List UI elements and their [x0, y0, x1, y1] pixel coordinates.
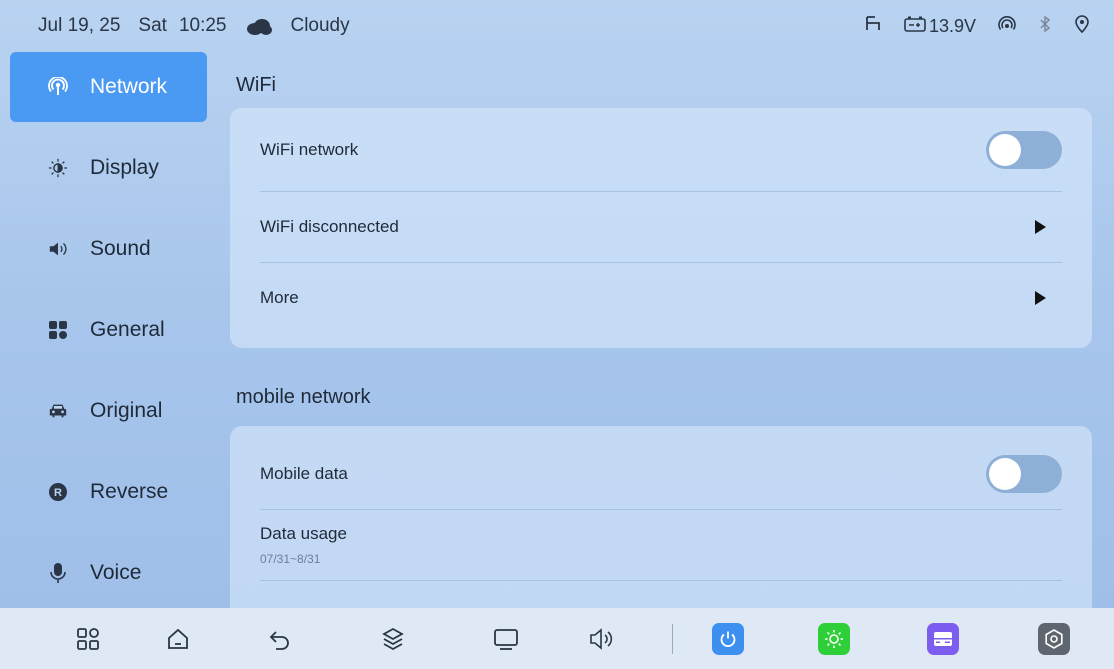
- wifi-status-row[interactable]: WiFi disconnected: [260, 192, 1062, 262]
- sidebar-item-original[interactable]: Original: [10, 376, 207, 446]
- sidebar-item-label: Network: [90, 75, 168, 98]
- row-label: WiFi disconnected: [260, 217, 399, 236]
- settings-button[interactable]: [1036, 621, 1072, 657]
- mobile-data-toggle[interactable]: [986, 455, 1062, 493]
- divider: [260, 580, 1062, 581]
- speaker-icon: [48, 239, 68, 259]
- dock-divider: [672, 624, 673, 654]
- back-icon[interactable]: [262, 621, 298, 657]
- data-usage-period: 07/31~8/31: [260, 552, 321, 566]
- sidebar: Network Display Sound General Original R…: [0, 52, 208, 608]
- wifi-card: WiFi network WiFi disconnected More: [230, 108, 1092, 348]
- network-icon: [48, 77, 68, 97]
- layers-icon[interactable]: [375, 621, 411, 657]
- battery-status: 13.9V: [904, 16, 976, 37]
- cloud-icon: [246, 18, 273, 35]
- arrow-right-icon: [1035, 220, 1046, 234]
- card-icon: [927, 623, 959, 655]
- mobile-section-title: mobile network: [236, 386, 371, 408]
- data-usage-row[interactable]: Data usage 07/31~8/31: [260, 510, 1062, 580]
- sidebar-item-label: Sound: [90, 237, 151, 260]
- power-button[interactable]: [710, 621, 746, 657]
- mobile-data-row[interactable]: Mobile data: [260, 436, 1062, 512]
- wifi-toggle[interactable]: [986, 130, 1062, 169]
- sidebar-item-label: Voice: [90, 561, 142, 584]
- status-weather: Cloudy: [290, 15, 350, 36]
- volume-icon[interactable]: [584, 621, 620, 657]
- settings-icon: [1038, 623, 1070, 655]
- battery-voltage: 13.9V: [928, 15, 976, 36]
- mobile-card: Mobile data Data usage 07/31~8/31: [230, 426, 1092, 608]
- toggle-knob: [989, 133, 1021, 166]
- card-button[interactable]: [925, 621, 961, 657]
- microphone-icon: [48, 563, 68, 583]
- car-icon: [48, 401, 68, 421]
- svg-text:R: R: [54, 487, 62, 499]
- apps-icon[interactable]: [70, 621, 106, 657]
- location-icon: [1074, 14, 1090, 38]
- brightness-icon: [48, 158, 68, 178]
- status-bar: Jul 19, 25 Sat 10:25 Cloudy 13.9V: [0, 0, 1114, 52]
- settings-content: WiFi WiFi network WiFi disconnected More…: [230, 52, 1094, 608]
- row-label: More: [260, 288, 299, 307]
- brightness-button[interactable]: [816, 621, 852, 657]
- screen-icon[interactable]: [488, 621, 524, 657]
- status-day: Sat: [138, 15, 167, 36]
- arrow-right-icon: [1035, 291, 1046, 305]
- power-icon: [712, 623, 744, 655]
- status-time: 10:25: [178, 15, 227, 36]
- hotspot-icon: [998, 15, 1016, 37]
- sidebar-item-general[interactable]: General: [10, 295, 207, 365]
- wifi-more-row[interactable]: More: [260, 263, 1062, 333]
- wifi-section-title: WiFi: [236, 74, 276, 96]
- brightness-icon: [818, 623, 850, 655]
- seat-icon: [864, 15, 882, 38]
- row-label: Data usage: [260, 524, 347, 543]
- sidebar-item-network[interactable]: Network: [10, 52, 207, 122]
- row-label: WiFi network: [260, 139, 359, 159]
- reverse-icon: R: [48, 482, 68, 502]
- sidebar-item-label: Original: [90, 399, 163, 422]
- sidebar-item-sound[interactable]: Sound: [10, 214, 207, 284]
- sidebar-item-display[interactable]: Display: [10, 133, 207, 203]
- status-date: Jul 19, 25: [38, 15, 121, 36]
- sidebar-item-label: Reverse: [90, 480, 169, 503]
- sidebar-item-label: General: [90, 318, 165, 341]
- toggle-knob: [989, 458, 1021, 490]
- row-label: Mobile data: [260, 464, 348, 483]
- sidebar-item-label: Display: [90, 156, 159, 179]
- wifi-network-row[interactable]: WiFi network: [260, 108, 1062, 191]
- home-icon[interactable]: [160, 621, 196, 657]
- battery-icon: [904, 16, 926, 37]
- sidebar-item-reverse[interactable]: R Reverse: [10, 457, 207, 527]
- grid-icon: [48, 320, 68, 340]
- bottom-dock: [0, 608, 1114, 669]
- bluetooth-icon: [1038, 15, 1052, 38]
- sidebar-item-voice[interactable]: Voice: [10, 538, 207, 608]
